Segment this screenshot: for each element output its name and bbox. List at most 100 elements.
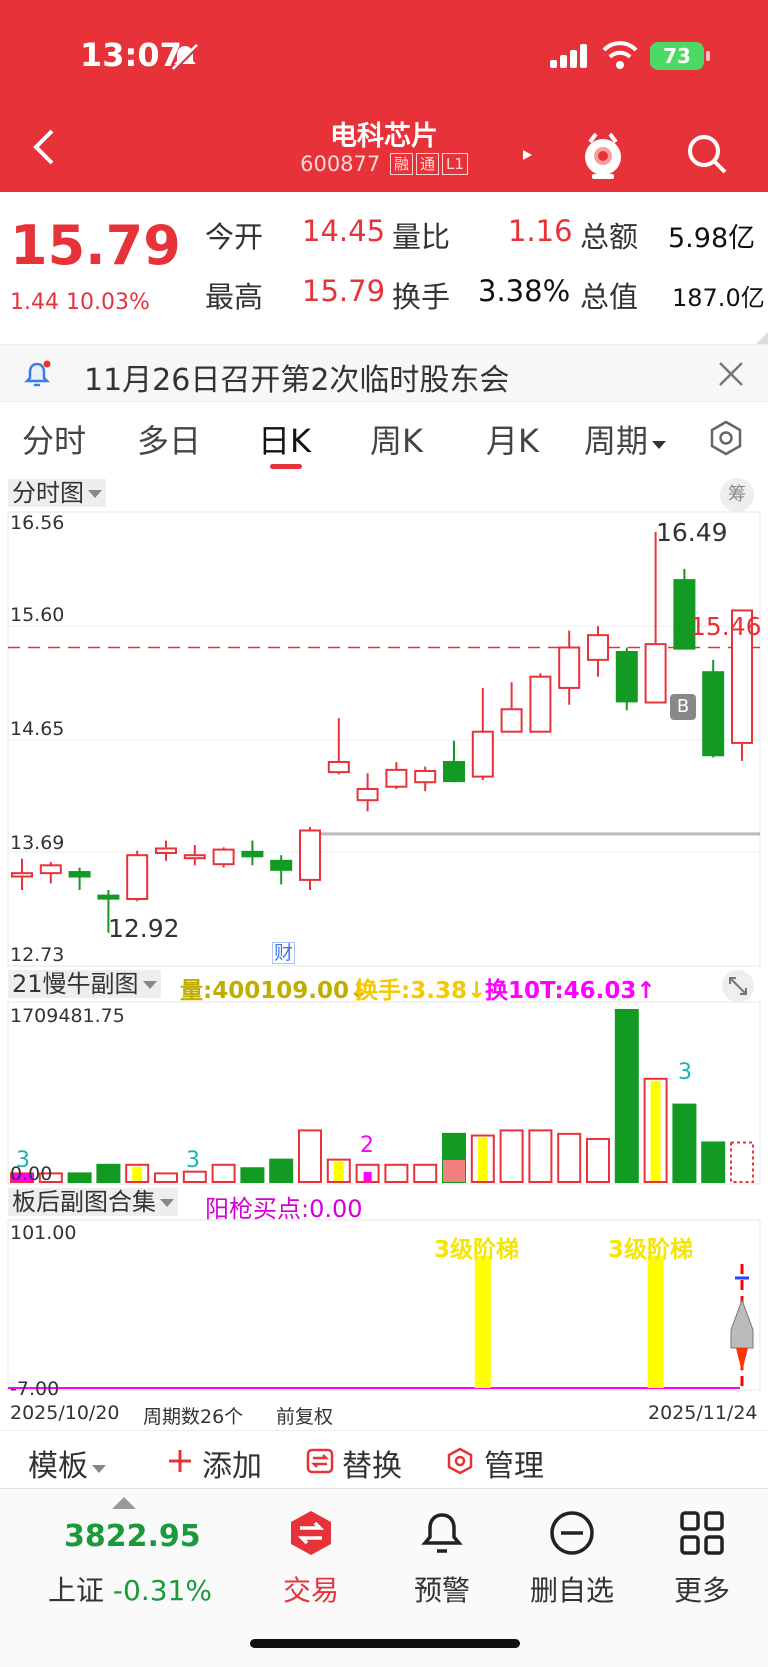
candle-body-7 [183, 854, 206, 860]
main-chart-frame [7, 511, 761, 967]
y-tick-5: 12.73 [10, 944, 65, 966]
period-count: 周期数26个 [143, 1406, 244, 1428]
volume-highlight-12 [333, 1161, 344, 1181]
candle-body-15 [414, 769, 437, 784]
y-tick-1: 16.56 [10, 512, 65, 534]
index-percent: -0.31% [112, 1574, 212, 1607]
volume-bar-6 [154, 1172, 178, 1184]
plus-icon [169, 1450, 191, 1472]
main-chart-selector[interactable]: 分时图 [8, 479, 106, 507]
rocket-body [730, 1298, 754, 1349]
candle-body-6 [155, 847, 177, 854]
volume-bar-3 [67, 1172, 92, 1184]
rocket-flame [736, 1348, 748, 1372]
y-tick-2: 15.60 [10, 604, 65, 626]
volume-bar-26 [730, 1141, 754, 1183]
chevron-down-icon [160, 1199, 174, 1207]
index-name: 上证 [48, 1574, 105, 1607]
vol-annotation-2: 3 [186, 1148, 200, 1173]
remove-watchlist-icon[interactable] [548, 1509, 596, 1557]
volume-bar-7 [182, 1170, 207, 1184]
volume-bar-4 [96, 1163, 121, 1184]
price-adjust-mode[interactable]: 前复权 [276, 1402, 333, 1429]
volume-highlight-17 [477, 1137, 488, 1181]
template-button[interactable]: 模板 [28, 1441, 106, 1485]
bottom-nav: 3822.95 上证 -0.31% 交易 预警 删自选 更多 [0, 1488, 768, 1667]
date-start: 2025/10/20 [10, 1402, 120, 1424]
ladder-bar-1 [474, 1256, 491, 1388]
ind-max-label: 101.00 [10, 1222, 77, 1244]
volume-highlight-23 [650, 1080, 661, 1181]
volume-bar-22 [614, 1009, 639, 1183]
vol-annotation-4: 3 [678, 1060, 692, 1085]
vol-max-label: 1709481.75 [10, 1005, 125, 1027]
volume-bar-9 [240, 1167, 265, 1183]
finance-marker[interactable]: 财 [272, 942, 296, 964]
add-button[interactable]: 添加 [202, 1441, 262, 1485]
turnover-10t-indicator: 换10T:46.03↑ [485, 978, 656, 1004]
ladder-label-2: 3级阶梯 [608, 1237, 694, 1263]
chevron-down-icon [92, 1465, 106, 1473]
trade-icon[interactable] [287, 1509, 335, 1557]
more-grid-icon[interactable] [678, 1509, 726, 1557]
chevron-down-icon [142, 981, 157, 989]
ind-chart-label: 板后副图合集 [12, 1188, 156, 1216]
home-indicator [250, 1639, 520, 1648]
volume-bar-25 [701, 1141, 726, 1183]
candle-body-4 [97, 894, 120, 900]
volume-bar-11 [298, 1129, 322, 1184]
y-tick-3: 14.65 [10, 718, 65, 740]
ref-line-label: 15.46 [690, 612, 762, 641]
alert-bell-icon[interactable] [418, 1509, 466, 1557]
candle-body-25 [702, 671, 725, 757]
template-label: 模板 [28, 1449, 88, 1484]
high-price-label: 16.49 [656, 518, 728, 547]
candle-body-2 [39, 864, 62, 875]
index-value[interactable]: 3822.95 [64, 1519, 201, 1554]
manage-button[interactable]: 管理 [484, 1441, 544, 1485]
nav-trade[interactable]: 交易 [251, 1569, 371, 1609]
replace-icon [306, 1448, 334, 1474]
expand-icon[interactable] [722, 970, 754, 1002]
candle-body-22 [615, 650, 638, 703]
nav-remove-watchlist[interactable]: 删自选 [512, 1569, 632, 1609]
volume-bar-18 [499, 1129, 524, 1184]
candle-body-10 [270, 859, 293, 871]
chevron-down-icon [88, 490, 102, 498]
candle-body-17 [471, 730, 494, 778]
chip-distribution-button[interactable]: 筹 [720, 478, 754, 512]
replace-button[interactable]: 替换 [342, 1441, 402, 1485]
volume-indicator: 量:400109.00↓ [180, 978, 369, 1004]
indicator-bars [8, 1256, 754, 1389]
candle-body-1 [11, 872, 33, 878]
index-expand-arrow-icon[interactable] [112, 1497, 136, 1509]
nav-more[interactable]: 更多 [642, 1569, 762, 1609]
candle-body-19 [529, 675, 552, 733]
ind-min-label: -7.00 [10, 1378, 60, 1400]
vol-chart-selector[interactable]: 21慢牛副图 [8, 970, 161, 998]
yang-buy-indicator: 阳枪买点:0.00 [205, 1195, 363, 1223]
volume-mark-13 [363, 1172, 372, 1182]
candle-body-16 [443, 761, 465, 783]
vol-annotation-3: 2 [360, 1133, 374, 1158]
ladder-label-1: 3级阶梯 [434, 1237, 520, 1263]
volume-bar-14 [384, 1163, 409, 1184]
y-tick-4: 13.69 [10, 832, 65, 854]
candle-body-9 [241, 850, 264, 858]
support-line [309, 832, 760, 841]
volume-bar-19 [528, 1129, 553, 1184]
ind-chart-selector[interactable]: 板后副图合集 [8, 1188, 178, 1216]
candle-body-20 [558, 646, 581, 689]
buy-marker[interactable]: B [670, 694, 696, 720]
low-price-label: 12.92 [108, 914, 180, 943]
index-name-row[interactable]: 上证 -0.31% [48, 1569, 212, 1609]
volume-bar-10 [269, 1158, 294, 1184]
candle-body-8 [212, 848, 235, 866]
candle-body-5 [126, 854, 149, 900]
nav-alert[interactable]: 预警 [382, 1569, 502, 1609]
candle-body-14 [385, 768, 408, 788]
candle-body-11 [299, 829, 321, 881]
volume-bars [10, 1009, 754, 1184]
volume-highlight-5 [132, 1166, 143, 1181]
volume-bar-24 [672, 1103, 697, 1183]
